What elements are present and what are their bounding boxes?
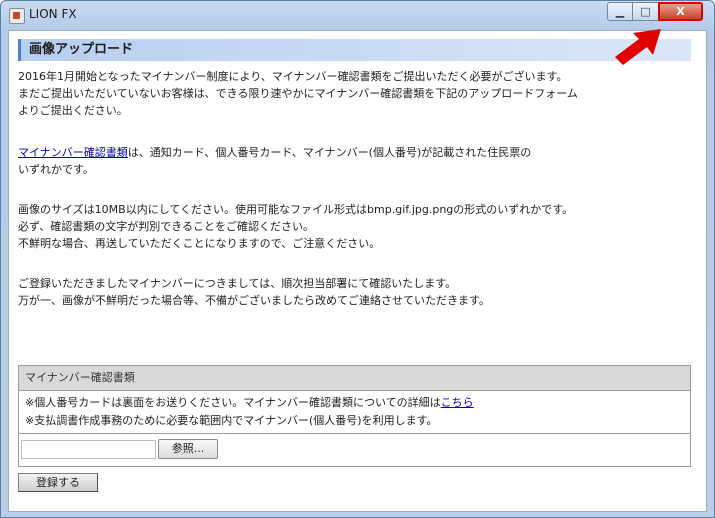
requirements-line: 不鮮明な場合、再送していただくことになりますので、ご注意ください。 [18,237,381,250]
confirmation-paragraph: ご登録いただきましたマイナンバーにつきましては、順次担当部署にて確認いたします。… [18,275,490,309]
details-link[interactable]: こちら [441,396,474,409]
register-button[interactable]: 登録する [18,473,98,492]
close-button[interactable]: X [658,2,703,21]
note-text: ※個人番号カードは裏面をお送りください。マイナンバー確認書類についての詳細は [25,396,441,409]
note-line: ※支払調書作成事務のために必要な範囲内でマイナンバー(個人番号)を利用します。 [25,414,438,427]
browse-button[interactable]: 参照... [158,439,218,459]
document-types-line: マイナンバー確認書類は、通知カード、個人番号カード、マイナンバー(個人番号)が記… [18,144,531,161]
intro-paragraph: 2016年1月開始となったマイナンバー制度により、マイナンバー確認書類をご提出い… [18,68,578,119]
close-icon: X [676,5,685,18]
intro-line: まだご提出いただいていないお客様は、できる限り速やかにマイナンバー確認書類を下記… [18,87,578,100]
document-types-text: は、通知カード、個人番号カード、マイナンバー(個人番号)が記載された住民票の [127,146,532,159]
intro-line: よりご提出ください。 [18,104,128,117]
app-icon [9,8,25,24]
requirements-line: 必ず、確認書類の文字が判別できることをご確認ください。 [18,220,315,233]
upload-notes: ※個人番号カードは裏面をお送りください。マイナンバー確認書類についての詳細はこち… [19,391,690,434]
window-title: LION FX [29,7,77,21]
note-line: ※個人番号カードは裏面をお送りください。マイナンバー確認書類についての詳細はこち… [25,394,684,412]
document-types-line: いずれかです。 [18,163,94,176]
upload-form: マイナンバー確認書類 ※個人番号カードは裏面をお送りください。マイナンバー確認書… [18,365,691,467]
file-path-field[interactable] [21,440,156,459]
requirements-line: 画像のサイズは10MB以内にしてください。使用可能なファイル形式はbmp.gif… [18,203,574,216]
red-arrow-annotation-icon [615,29,661,65]
confirmation-line: 万が一、画像が不鮮明だった場合等、不備がございましたら改めてご連絡させていただき… [18,294,490,307]
content-area: 画像アップロード 2016年1月開始となったマイナンバー制度により、マイナンバー… [8,30,707,512]
app-window: LION FX ▁ □ X 画像アップロード 2016年1月開始となったマイナン… [0,0,715,518]
my-number-documents-link[interactable]: マイナンバー確認書類 [18,146,128,159]
maximize-button[interactable]: □ [632,2,659,21]
intro-line: 2016年1月開始となったマイナンバー制度により、マイナンバー確認書類をご提出い… [18,70,568,83]
maximize-icon: □ [640,5,651,18]
title-bar[interactable]: LION FX ▁ □ X [1,1,714,29]
file-requirements-paragraph: 画像のサイズは10MB以内にしてください。使用可能なファイル形式はbmp.gif… [18,201,573,252]
minimize-icon: ▁ [615,5,625,18]
upload-section-label: マイナンバー確認書類 [19,366,690,391]
minimize-button[interactable]: ▁ [607,2,633,21]
confirmation-line: ご登録いただきましたマイナンバーにつきましては、順次担当部署にて確認いたします。 [18,277,457,290]
page-title: 画像アップロード [18,39,691,61]
document-types-paragraph: マイナンバー確認書類は、通知カード、個人番号カード、マイナンバー(個人番号)が記… [18,144,531,178]
file-picker-row: 参照... [19,434,690,467]
